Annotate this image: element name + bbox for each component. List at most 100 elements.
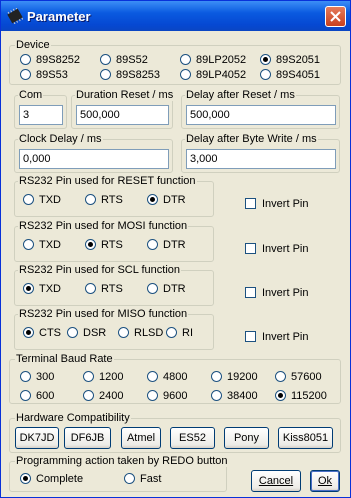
close-button[interactable]: [325, 6, 346, 27]
baud-radio-4800[interactable]: 4800: [147, 371, 187, 384]
parameter-dialog: Parameter Device 89S8252 89S52 89LP2052 89S…: [0, 0, 351, 498]
duration-reset-field[interactable]: [76, 105, 169, 125]
device-radio-89lp4052[interactable]: 89LP4052: [180, 69, 246, 82]
com-group: Com: [14, 89, 67, 129]
mosi-pin-radio-label: TXD: [39, 239, 61, 251]
scl-pin-label: RS232 Pin used for SCL function: [18, 264, 182, 276]
miso-pin-radio-cts[interactable]: CTS: [23, 327, 61, 340]
mosi-pin-radio-dtr[interactable]: DTR: [147, 239, 186, 252]
radio-dot: [83, 371, 94, 382]
baud-radio-label: 2400: [99, 390, 124, 402]
invert-pin-label: Invert Pin: [262, 198, 309, 210]
redo-label: Programming action taken by REDO button: [15, 455, 229, 467]
scl-pin-radio-rts[interactable]: RTS: [85, 283, 123, 296]
baud-radio-38400[interactable]: 38400: [211, 390, 258, 403]
scl-pin-radio-dtr[interactable]: DTR: [147, 283, 186, 296]
invert-pin-label: Invert Pin: [262, 287, 309, 299]
baud-radio-label: 115200: [291, 390, 327, 402]
baud-radio-300[interactable]: 300: [20, 371, 54, 384]
radio-dot: [23, 239, 34, 250]
delay-after-reset-field[interactable]: [186, 105, 336, 125]
close-icon: [330, 11, 341, 22]
device-radio-89s8252[interactable]: 89S8252: [20, 54, 80, 67]
radio-dot: [180, 54, 191, 65]
reset-pin-radio-rts[interactable]: RTS: [85, 194, 123, 207]
radio-dot: [23, 327, 34, 338]
radio-dot: [20, 390, 31, 401]
scl-pin-radio-label: RTS: [101, 283, 123, 295]
baud-radio-19200[interactable]: 19200: [211, 371, 258, 384]
reset-pin-radio-txd[interactable]: TXD: [23, 194, 61, 207]
device-group: Device 89S8252 89S52 89LP2052 89S2051 89S53 8…: [9, 39, 341, 85]
redo-group: Programming action taken by REDO button …: [9, 455, 229, 492]
radio-dot: [275, 371, 286, 382]
miso-pin-radio-dsr[interactable]: DSR: [67, 327, 106, 340]
radio-dot: [85, 239, 96, 250]
hw-button-es52[interactable]: ES52: [170, 427, 215, 449]
mosi-pin-radio-txd[interactable]: TXD: [23, 239, 61, 252]
baud-radio-2400[interactable]: 2400: [83, 390, 123, 403]
ok-label: Ok: [317, 475, 333, 487]
miso-pin-radio-ri[interactable]: RI: [166, 327, 193, 340]
baud-radio-label: 300: [36, 371, 55, 383]
device-radio-label: 89S8252: [36, 54, 81, 66]
baud-radio-9600[interactable]: 9600: [147, 390, 187, 403]
radio-dot: [100, 54, 111, 65]
duration-reset-label: Duration Reset / ms: [75, 89, 175, 101]
checkbox-box: [245, 287, 256, 298]
hardware-label: Hardware Compatibility: [15, 412, 131, 424]
cancel-button[interactable]: Cancel: [251, 470, 301, 492]
hw-button-df6jb[interactable]: DF6JB: [64, 427, 111, 449]
checkbox-box: [245, 331, 256, 342]
device-radio-89lp2052[interactable]: 89LP2052: [180, 54, 246, 67]
mosi-pin-group: RS232 Pin used for MOSI function TXD RTS DT…: [14, 220, 214, 262]
reset-pin-label: RS232 Pin used for RESET function: [18, 175, 197, 187]
redo-radio-fast[interactable]: Fast: [124, 473, 161, 486]
clock-delay-label: Clock Delay / ms: [18, 133, 103, 145]
com-field[interactable]: [19, 105, 63, 125]
device-radio-label: 89LP2052: [196, 54, 247, 66]
redo-radio-complete[interactable]: Complete: [20, 473, 83, 486]
radio-dot: [147, 194, 158, 205]
ok-button[interactable]: Ok: [310, 470, 340, 492]
reset-pin-invert-checkbox[interactable]: Invert Pin: [245, 198, 308, 211]
radio-dot: [147, 371, 158, 382]
hw-button-kiss8051[interactable]: Kiss8051: [278, 427, 333, 449]
delay-after-byte-field[interactable]: [186, 149, 336, 169]
miso-pin-label: RS232 Pin used for MISO function: [18, 308, 189, 320]
title-bar[interactable]: Parameter: [1, 1, 350, 31]
device-radio-89s53[interactable]: 89S53: [20, 69, 68, 82]
device-radio-label: 89S52: [116, 54, 148, 66]
baud-radio-115200[interactable]: 115200: [275, 390, 327, 403]
mosi-pin-radio-rts[interactable]: RTS: [85, 239, 123, 252]
invert-pin-label: Invert Pin: [262, 243, 309, 255]
com-label: Com: [18, 89, 44, 101]
hw-button-dk7jd[interactable]: DK7JD: [15, 427, 59, 449]
radio-dot: [20, 473, 31, 484]
baud-radio-57600[interactable]: 57600: [275, 371, 322, 384]
device-radio-89s52[interactable]: 89S52: [100, 54, 148, 67]
device-radio-89s4051[interactable]: 89S4051: [260, 69, 320, 82]
hw-button-atmel[interactable]: Atmel: [121, 427, 161, 449]
radio-dot: [147, 283, 158, 294]
miso-pin-radio-rlsd[interactable]: RLSD: [118, 327, 163, 340]
scl-pin-radio-txd[interactable]: TXD: [23, 283, 61, 296]
baud-radio-600[interactable]: 600: [20, 390, 54, 403]
redo-radio-label: Fast: [140, 473, 162, 485]
radio-dot: [118, 327, 129, 338]
device-radio-89s2051[interactable]: 89S2051: [260, 54, 320, 67]
miso-pin-radio-label: RI: [182, 327, 193, 339]
mosi-pin-invert-checkbox[interactable]: Invert Pin: [245, 243, 308, 256]
miso-pin-invert-checkbox[interactable]: Invert Pin: [245, 331, 308, 344]
baud-label: Terminal Baud Rate: [15, 353, 114, 365]
scl-pin-invert-checkbox[interactable]: Invert Pin: [245, 287, 308, 300]
device-radio-89s8253[interactable]: 89S8253: [100, 69, 160, 82]
clock-delay-field[interactable]: [19, 149, 169, 169]
hw-button-pony[interactable]: Pony: [224, 427, 269, 449]
reset-pin-radio-label: RTS: [101, 194, 123, 206]
radio-dot: [275, 390, 286, 401]
radio-dot: [83, 390, 94, 401]
radio-dot: [260, 69, 271, 80]
reset-pin-radio-dtr[interactable]: DTR: [147, 194, 186, 207]
baud-radio-1200[interactable]: 1200: [83, 371, 123, 384]
